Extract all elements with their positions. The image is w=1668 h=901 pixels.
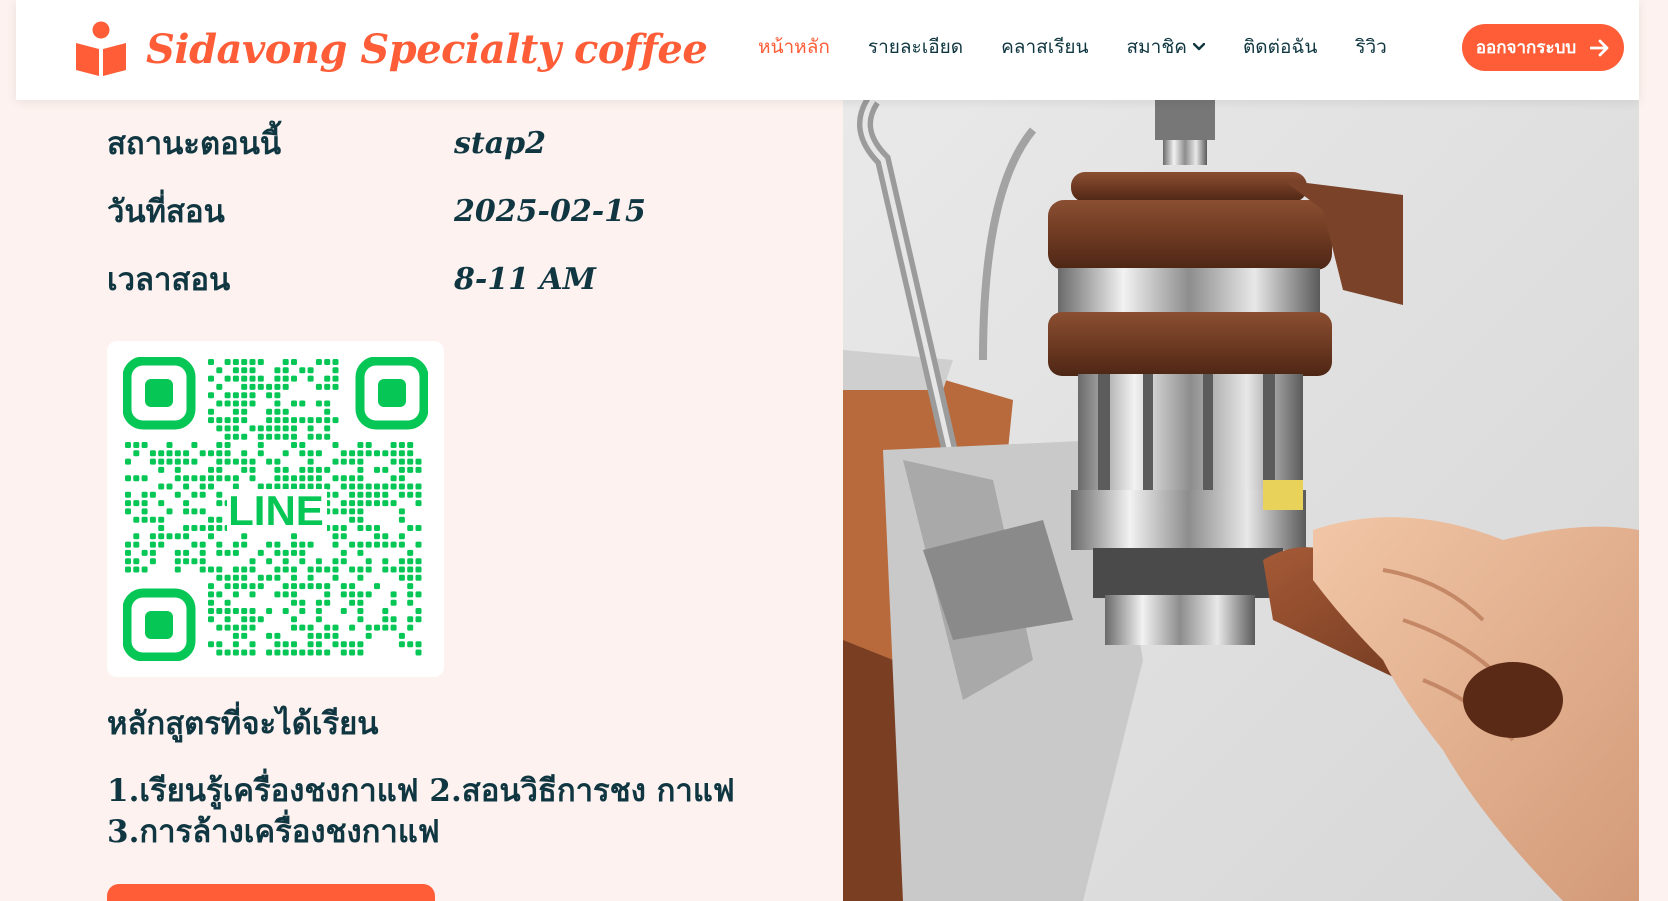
class-detail-panel: สถานะตอนนี้ stap2 วันที่สอน 2025-02-15 เ… xyxy=(46,100,843,901)
qr-code-graphic: LINE xyxy=(123,357,428,661)
espresso-machine-photo xyxy=(843,100,1639,901)
arrow-right-icon xyxy=(1590,39,1609,56)
open-book-reader-icon xyxy=(76,21,126,76)
status-label: สถานะตอนนี้ xyxy=(107,126,282,162)
logout-button[interactable]: ออกจากระบบ xyxy=(1462,24,1624,71)
line-qr-code: LINE xyxy=(107,341,444,677)
course-title: หลักสูตรที่จะได้เรียน xyxy=(107,706,379,742)
top-navbar: Sidavong Specialty coffee หน้าหลัก รายละ… xyxy=(16,0,1639,100)
main-nav: หน้าหลัก รายละเอียด คลาสเรียน สมาชิค ติด… xyxy=(758,32,1387,62)
nav-item-members-label: สมาชิค xyxy=(1126,36,1187,58)
nav-item-members[interactable]: สมาชิค xyxy=(1127,32,1205,62)
brand[interactable]: Sidavong Specialty coffee xyxy=(74,18,708,80)
date-label: วันที่สอน xyxy=(107,194,225,230)
nav-item-contact[interactable]: ติดต่อฉัน xyxy=(1243,32,1317,62)
time-value: 8-11 AM xyxy=(454,261,597,297)
brand-name: Sidavong Specialty coffee xyxy=(146,25,708,73)
nav-item-details[interactable]: รายละเอียด xyxy=(868,32,963,62)
nav-item-classes[interactable]: คลาสเรียน xyxy=(1001,32,1088,62)
date-value: 2025-02-15 xyxy=(454,193,646,229)
date-row: วันที่สอน 2025-02-15 xyxy=(107,186,646,236)
status-row: สถานะตอนนี้ stap2 xyxy=(107,118,546,168)
espresso-machine-image xyxy=(843,100,1639,901)
register-button[interactable] xyxy=(107,884,435,901)
course-description: 1.เรียนรู้เครื่องชงกาแฟ 2.สอนวิธีการชง ก… xyxy=(107,773,735,850)
nav-item-reviews[interactable]: ริวิว xyxy=(1355,32,1387,62)
chevron-down-icon xyxy=(1192,43,1205,51)
nav-item-home[interactable]: หน้าหลัก xyxy=(758,32,830,62)
logout-label: ออกจากระบบ xyxy=(1475,38,1577,58)
time-row: เวลาสอน 8-11 AM xyxy=(107,254,596,304)
status-value: stap2 xyxy=(454,125,547,161)
qr-line-text: LINE xyxy=(228,487,324,534)
time-label: เวลาสอน xyxy=(107,262,231,298)
